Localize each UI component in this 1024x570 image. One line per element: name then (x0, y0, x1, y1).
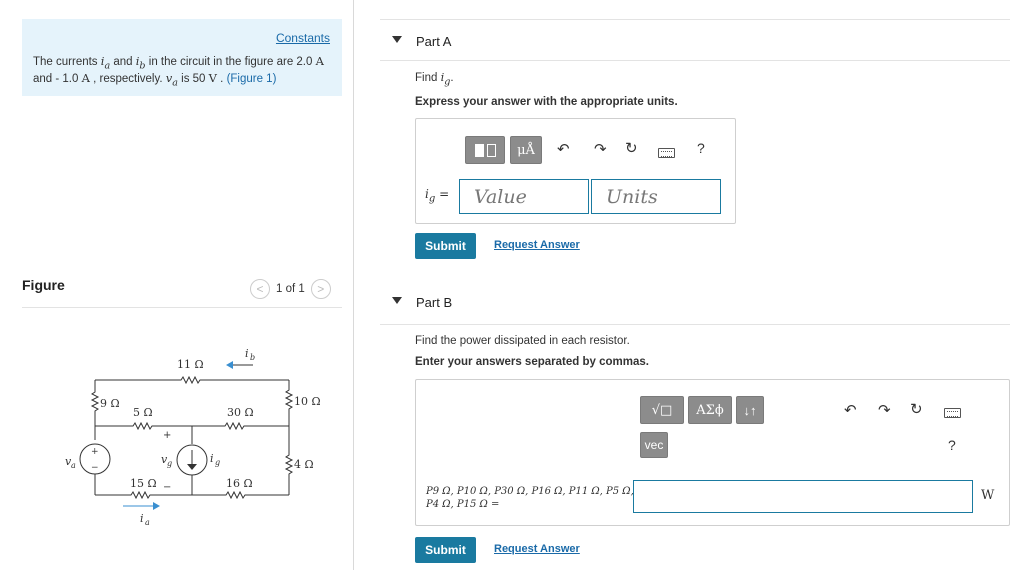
undo-icon[interactable]: ↶ (557, 140, 570, 158)
r4-label: 4 Ω (294, 458, 314, 471)
greek-symbols-button[interactable]: ΑΣϕ (688, 396, 732, 424)
power-answer-input[interactable] (633, 480, 973, 513)
vg-minus: − (163, 482, 171, 493)
ig-label: i (210, 452, 214, 465)
part-b-submit-button[interactable]: Submit (415, 537, 476, 563)
r30-label: 30 Ω (227, 406, 254, 419)
part-b-title: Part B (416, 295, 453, 310)
redo-icon[interactable]: ↷ (878, 401, 891, 419)
figure-divider (22, 307, 342, 308)
reset-icon[interactable]: ↻ (910, 400, 923, 418)
keyboard-icon[interactable] (658, 148, 675, 158)
part-a-submit-button[interactable]: Submit (415, 233, 476, 259)
redo-icon[interactable]: ↷ (594, 140, 607, 158)
templates-button[interactable] (465, 136, 505, 164)
part-a-question: Find ig. (415, 70, 454, 88)
sqrt-template-button[interactable]: √□ (640, 396, 684, 424)
units-button[interactable]: μÅ (510, 136, 542, 164)
circuit-diagram: 11 Ω 9 Ω 5 Ω 30 Ω 10 Ω 4 Ω 15 Ω 16 Ω i b… (65, 347, 321, 527)
keyboard-icon[interactable] (944, 408, 961, 418)
problem-intro: Constants The currents ia and ib in the … (22, 19, 342, 96)
pager-text: 1 of 1 (276, 283, 305, 295)
ib-label: i (245, 347, 249, 360)
part-a-request-answer-link[interactable]: Request Answer (494, 239, 580, 251)
part-b-header[interactable]: Part B (380, 281, 1010, 325)
constants-link[interactable]: Constants (276, 31, 330, 45)
templates-icon-2 (486, 143, 496, 157)
part-a-title: Part A (416, 34, 452, 49)
ib-sub: b (250, 353, 255, 362)
next-figure-button[interactable]: > (310, 279, 331, 299)
r9-label: 9 Ω (100, 397, 120, 410)
part-a-header[interactable]: Part A (380, 19, 1010, 61)
ig-sub: g (215, 458, 220, 467)
part-a-answer-box: μÅ ↶ ↷ ↻ ? ig = (415, 118, 736, 224)
ig-input-label: ig = (425, 187, 450, 205)
r16-label: 16 Ω (226, 477, 253, 490)
r10-label: 10 Ω (294, 395, 321, 408)
templates-icon (474, 143, 484, 157)
part-b-request-answer-link[interactable]: Request Answer (494, 543, 580, 555)
units-input[interactable] (591, 179, 721, 214)
r5-label: 5 Ω (133, 406, 153, 419)
sort-button[interactable]: ↓↑ (736, 396, 764, 424)
help-icon[interactable]: ? (697, 140, 705, 156)
power-input-label: P9 Ω, P10 Ω, P30 Ω, P16 Ω, P11 Ω, P5 Ω, … (426, 486, 634, 510)
figure-pager: < 1 of 1 > (250, 279, 331, 299)
prev-figure-button[interactable]: < (250, 279, 270, 299)
vector-button[interactable]: vec (640, 432, 668, 458)
vg-sub: g (167, 459, 172, 468)
value-input[interactable] (459, 179, 589, 214)
caret-down-icon[interactable] (392, 36, 402, 43)
problem-statement: The currents ia and ib in the circuit in… (33, 54, 324, 89)
caret-down-icon[interactable] (392, 297, 402, 304)
figure-link[interactable]: (Figure 1) (227, 73, 277, 85)
ia-label: i (140, 512, 144, 525)
reset-icon[interactable]: ↻ (625, 139, 638, 157)
ia-sub: a (145, 518, 150, 527)
figure-heading: Figure (22, 277, 65, 293)
r11-label: 11 Ω (177, 358, 204, 371)
undo-icon[interactable]: ↶ (844, 401, 857, 419)
help-icon[interactable]: ? (948, 437, 956, 453)
left-panel: Constants The currents ia and ib in the … (0, 0, 354, 570)
va-plus: + (91, 447, 99, 457)
part-a-instruction: Express your answer with the appropriate… (415, 96, 678, 108)
va-sub: a (71, 461, 76, 470)
r15-label: 15 Ω (130, 477, 157, 490)
vg-plus: + (163, 430, 171, 441)
part-b-answer-box: √□ ΑΣϕ ↓↑ vec ↶ ↷ ↻ ? P9 Ω, P10 Ω, P30 Ω… (415, 379, 1010, 526)
part-b-instruction: Enter your answers separated by commas. (415, 356, 649, 368)
va-minus: − (91, 463, 99, 473)
part-b-question: Find the power dissipated in each resist… (415, 335, 630, 347)
power-unit-label: W (981, 488, 995, 503)
